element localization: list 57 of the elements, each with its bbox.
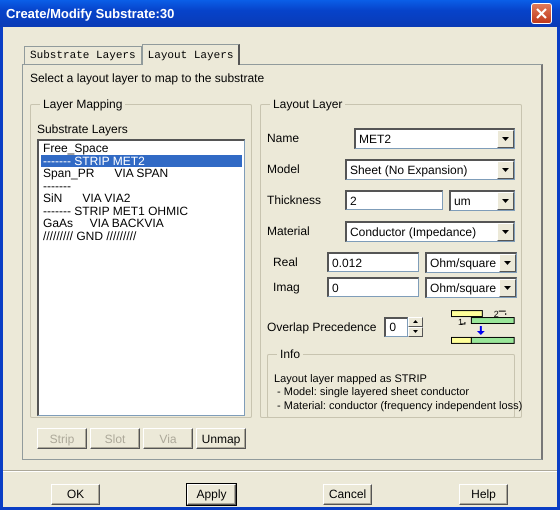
input-field[interactable]: 0 (384, 316, 408, 337)
caret-icon (502, 168, 509, 172)
down-arrow-icon (413, 330, 418, 334)
layer-list[interactable]: Free_Space ------- STRIP MET2 Span_PR VIA SPAN ------- SiN VIA VIA2 ------- STRIP MET1 OHMIC GaAs VIA BACKVIA ///////// GND ///////// (37, 139, 245, 416)
field-label: Material (267, 224, 311, 238)
group-title: Layer Mapping (40, 97, 126, 112)
action-button[interactable]: Unmap (196, 428, 246, 450)
unit-dropdown[interactable]: Ohm/square (425, 252, 518, 273)
dialog-button[interactable]: Cancel (323, 484, 372, 505)
list-item[interactable]: ------- (41, 180, 242, 192)
info-text: Layout layer mapped as STRIP (274, 373, 427, 386)
info-text: - Material: conductor (frequency independent loss) (276, 400, 522, 413)
layer-number: 1 (458, 316, 464, 327)
caret-icon (504, 286, 512, 290)
list-item[interactable]: Span_PR VIA SPAN (41, 167, 242, 180)
input-field[interactable]: 0.012 (327, 252, 419, 272)
unit-dropdown[interactable]: um (449, 190, 515, 211)
input-field[interactable]: 2 (345, 190, 443, 210)
field-label: Name (267, 131, 300, 146)
caret-icon (504, 260, 512, 265)
info-text: - Model: single layered sheet conductor (276, 386, 470, 400)
field-label: Model (267, 162, 301, 176)
dropdown[interactable]: Conductor (Impedance) (345, 220, 515, 242)
dialog-button[interactable]: Apply (187, 484, 236, 505)
list-item[interactable]: ------- STRIP MET2 (41, 154, 242, 168)
spin-down-button[interactable] (408, 326, 424, 337)
list-label: Substrate Layers (37, 122, 129, 136)
tab[interactable]: Layout Layers (142, 44, 240, 65)
list-item[interactable]: ///////// GND ///////// (41, 230, 242, 242)
group-title: Info (277, 346, 304, 362)
list-item[interactable]: SiN VIA VIA2 (41, 192, 242, 205)
layer-number: 2 (494, 310, 500, 319)
dropdown[interactable]: Sheet (No Expansion) (345, 158, 515, 180)
unit-dropdown[interactable]: Ohm/square (425, 276, 518, 298)
dropdown[interactable]: MET2 (354, 128, 515, 149)
field-label: Real (272, 255, 299, 270)
close-button[interactable] (531, 3, 552, 24)
input-field[interactable]: 0 (327, 277, 419, 298)
group-title: Layout Layer (270, 97, 346, 112)
window-title: Create/Modify Substrate:30 (6, 6, 174, 22)
tab[interactable]: Substrate Layers (24, 46, 142, 64)
close-icon (536, 8, 547, 19)
caret-icon (502, 230, 509, 234)
caret-icon (502, 136, 509, 141)
list-item[interactable]: Free_Space (41, 142, 242, 155)
dialog-button[interactable]: OK (51, 484, 100, 505)
list-item[interactable]: GaAs VIA BACKVIA (41, 217, 242, 230)
field-label: Thickness (267, 193, 322, 208)
field-label: Overlap Precedence (267, 320, 378, 334)
dialog-button[interactable]: Help (459, 484, 508, 505)
list-item[interactable]: ------- STRIP MET1 OHMIC (41, 204, 242, 218)
overlap-diagram-drawing (451, 310, 515, 344)
spin-up-button[interactable] (408, 316, 424, 327)
caret-icon (502, 198, 509, 203)
up-arrow-icon (413, 320, 418, 324)
instruction-text: Select a layout layer to map to the substrate (30, 71, 266, 86)
field-label: Imag (272, 280, 301, 294)
